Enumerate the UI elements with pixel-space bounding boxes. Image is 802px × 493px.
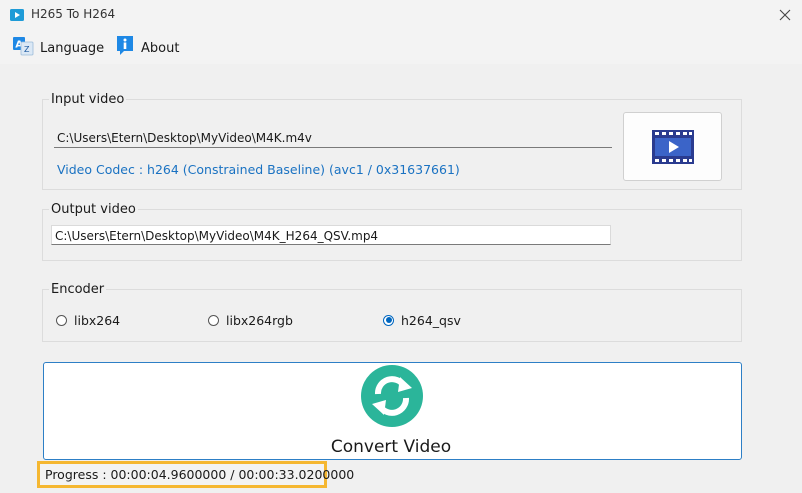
radio-circle (208, 314, 219, 326)
app-icon (10, 9, 24, 21)
convert-icon (360, 364, 424, 428)
radio-circle (383, 314, 394, 326)
input-path-field[interactable]: C:\Users\Etern\Desktop\MyVideo\M4K.m4v (54, 128, 612, 148)
output-video-title: Output video (49, 202, 138, 217)
close-button[interactable] (774, 4, 796, 26)
radio-libx264rgb[interactable]: libx264rgb (208, 312, 293, 328)
radio-label: libx264rgb (226, 312, 293, 328)
radio-circle (56, 314, 67, 326)
about-label: About (141, 40, 180, 56)
svg-text:Z: Z (24, 45, 30, 54)
input-video-title: Input video (49, 92, 127, 107)
radio-libx264[interactable]: libx264 (56, 312, 120, 328)
video-file-icon (651, 129, 694, 164)
radio-dot (385, 317, 392, 323)
language-label: Language (40, 40, 105, 56)
encoder-title: Encoder (49, 282, 107, 297)
info-icon (115, 35, 135, 61)
window-title: H265 To H264 (31, 7, 116, 21)
progress-text: Progress : 00:00:04.9600000 / 00:00:33.0… (45, 467, 355, 482)
title-bar (0, 0, 802, 30)
about-menu[interactable]: About (115, 36, 179, 60)
radio-label: h264_qsv (401, 312, 461, 328)
language-icon: A Z (12, 36, 34, 60)
close-icon (779, 9, 791, 21)
radio-label: libx264 (74, 312, 121, 328)
output-path-field[interactable]: C:\Users\Etern\Desktop\MyVideo\M4K_H264_… (51, 225, 611, 245)
codec-info: Video Codec : h264 (Constrained Baseline… (57, 162, 460, 177)
convert-video-label: Convert Video (330, 437, 452, 457)
browse-input-button[interactable] (623, 112, 722, 181)
language-menu[interactable]: A Z Language (12, 36, 104, 60)
radio-h264-qsv[interactable]: h264_qsv (383, 312, 461, 328)
